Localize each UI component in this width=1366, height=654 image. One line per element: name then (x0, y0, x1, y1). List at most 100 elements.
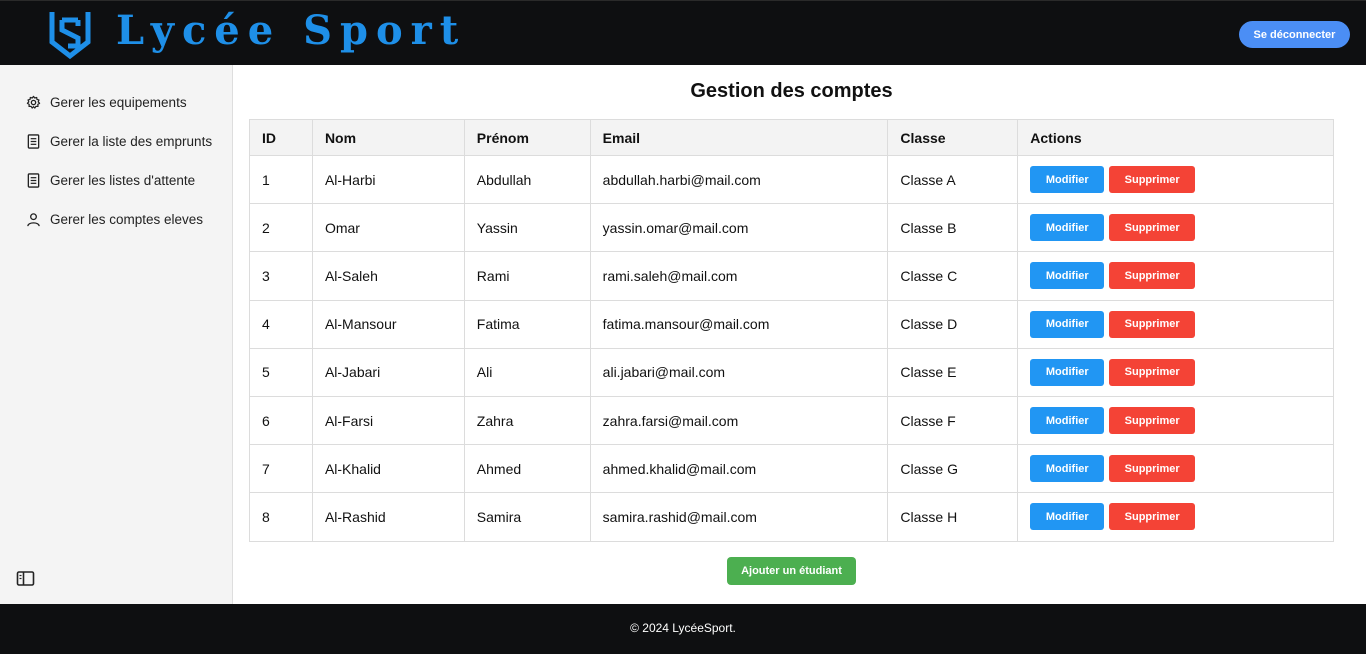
cell-email: ali.jabari@mail.com (589, 347, 889, 397)
sidebar-toggle-icon[interactable] (16, 570, 35, 587)
table-row: 8 Al-Rashid Samira samira.rashid@mail.co… (249, 492, 1334, 542)
gear-icon (26, 95, 41, 109)
main-content: Gestion des comptes ID Nom Prénom Email … (233, 65, 1366, 604)
cell-nom: Al-Rashid (311, 492, 465, 542)
edit-button[interactable]: Modifier (1030, 455, 1105, 483)
cell-classe: Classe C (887, 251, 1019, 301)
list-document-icon (27, 133, 40, 149)
cell-id: 1 (249, 154, 313, 205)
cell-prenom: Rami (463, 251, 591, 301)
table-row: 6 Al-Farsi Zahra zahra.farsi@mail.com Cl… (249, 395, 1334, 446)
edit-button[interactable]: Modifier (1030, 310, 1105, 338)
cell-email: abdullah.harbi@mail.com (589, 154, 889, 205)
cell-email: fatima.mansour@mail.com (589, 299, 889, 349)
cell-actions: Modifier Supprimer (1017, 492, 1334, 542)
cell-classe: Classe G (887, 444, 1019, 494)
cell-id: 6 (249, 395, 313, 446)
cell-actions: Modifier Supprimer (1017, 444, 1334, 494)
cell-nom: Al-Farsi (311, 395, 465, 446)
cell-prenom: Ali (463, 347, 591, 397)
sidebar-item-comptes-eleves[interactable]: Gerer les comptes eleves (26, 208, 203, 230)
top-bar: Lycée Sport Se déconnecter (0, 0, 1366, 65)
cell-id: 5 (249, 347, 313, 397)
add-student-button[interactable]: Ajouter un étudiant (727, 557, 856, 585)
edit-button[interactable]: Modifier (1030, 358, 1105, 386)
footer: © 2024 LycéeSport. (0, 604, 1366, 654)
sidebar-item-label: Gerer les equipements (50, 94, 187, 110)
cell-id: 3 (249, 251, 313, 301)
sidebar-item-label: Gerer la liste des emprunts (50, 133, 213, 149)
delete-button[interactable]: Supprimer (1109, 455, 1196, 483)
cell-prenom: Yassin (463, 203, 591, 253)
cell-actions: Modifier Supprimer (1017, 347, 1334, 397)
column-header-email: Email (589, 119, 889, 156)
column-header-nom: Nom (311, 119, 465, 156)
delete-button[interactable]: Supprimer (1109, 166, 1196, 194)
cell-nom: Al-Mansour (311, 299, 465, 349)
sidebar-item-listes-attente[interactable]: Gerer les listes d'attente (26, 169, 195, 191)
cell-nom: Al-Harbi (311, 154, 465, 205)
delete-button[interactable]: Supprimer (1109, 503, 1196, 531)
cell-prenom: Samira (463, 492, 591, 542)
cell-prenom: Fatima (463, 299, 591, 349)
cell-classe: Classe A (887, 154, 1019, 205)
accounts-table: ID Nom Prénom Email Classe Actions 1 Al-… (249, 119, 1334, 542)
cell-classe: Classe E (887, 347, 1019, 397)
cell-id: 7 (249, 444, 313, 494)
table-row: 3 Al-Saleh Rami rami.saleh@mail.com Clas… (249, 251, 1334, 301)
sidebar-item-label: Gerer les comptes eleves (50, 211, 204, 227)
cell-actions: Modifier Supprimer (1017, 395, 1334, 446)
table-row: 5 Al-Jabari Ali ali.jabari@mail.com Clas… (249, 347, 1334, 397)
column-header-prenom: Prénom (463, 119, 591, 156)
sidebar-item-emprunts[interactable]: Gerer la liste des emprunts (26, 130, 212, 152)
table-row: 1 Al-Harbi Abdullah abdullah.harbi@mail.… (249, 154, 1334, 205)
cell-nom: Omar (311, 203, 465, 253)
cell-nom: Al-Khalid (311, 444, 465, 494)
cell-classe: Classe D (887, 299, 1019, 349)
column-header-actions: Actions (1017, 119, 1334, 156)
table-header-row: ID Nom Prénom Email Classe Actions (249, 119, 1334, 156)
edit-button[interactable]: Modifier (1030, 214, 1105, 242)
edit-button[interactable]: Modifier (1030, 407, 1105, 435)
table-row: 7 Al-Khalid Ahmed ahmed.khalid@mail.com … (249, 444, 1334, 494)
delete-button[interactable]: Supprimer (1109, 358, 1196, 386)
edit-button[interactable]: Modifier (1030, 262, 1105, 290)
table-row: 2 Omar Yassin yassin.omar@mail.com Class… (249, 203, 1334, 253)
sidebar-item-label: Gerer les listes d'attente (50, 172, 196, 188)
cell-email: rami.saleh@mail.com (589, 251, 889, 301)
cell-actions: Modifier Supprimer (1017, 154, 1334, 205)
brand-title[interactable]: Lycée Sport (116, 7, 466, 55)
column-header-id: ID (249, 119, 313, 156)
column-header-classe: Classe (887, 119, 1019, 156)
cell-prenom: Abdullah (463, 154, 591, 205)
delete-button[interactable]: Supprimer (1109, 310, 1196, 338)
cell-classe: Classe H (887, 492, 1019, 542)
edit-button[interactable]: Modifier (1030, 166, 1105, 194)
cell-email: zahra.farsi@mail.com (589, 395, 889, 446)
page-title: Gestion des comptes (690, 80, 893, 102)
logout-button[interactable]: Se déconnecter (1239, 21, 1350, 48)
cell-id: 4 (249, 299, 313, 349)
footer-copyright: © 2024 LycéeSport. (630, 621, 736, 635)
delete-button[interactable]: Supprimer (1109, 262, 1196, 290)
cell-email: yassin.omar@mail.com (589, 203, 889, 253)
cell-actions: Modifier Supprimer (1017, 299, 1334, 349)
list-document-icon (27, 172, 40, 188)
sidebar-item-equipements[interactable]: Gerer les equipements (26, 91, 187, 113)
user-icon (27, 212, 40, 226)
delete-button[interactable]: Supprimer (1109, 407, 1196, 435)
cell-nom: Al-Saleh (311, 251, 465, 301)
cell-email: ahmed.khalid@mail.com (589, 444, 889, 494)
shield-logo-icon[interactable] (46, 8, 94, 60)
cell-nom: Al-Jabari (311, 347, 465, 397)
cell-id: 2 (249, 203, 313, 253)
cell-actions: Modifier Supprimer (1017, 203, 1334, 253)
cell-email: samira.rashid@mail.com (589, 492, 889, 542)
delete-button[interactable]: Supprimer (1109, 214, 1196, 242)
cell-prenom: Zahra (463, 395, 591, 446)
cell-classe: Classe F (887, 395, 1019, 446)
cell-actions: Modifier Supprimer (1017, 251, 1334, 301)
cell-id: 8 (249, 492, 313, 542)
edit-button[interactable]: Modifier (1030, 503, 1105, 531)
table-row: 4 Al-Mansour Fatima fatima.mansour@mail.… (249, 299, 1334, 349)
